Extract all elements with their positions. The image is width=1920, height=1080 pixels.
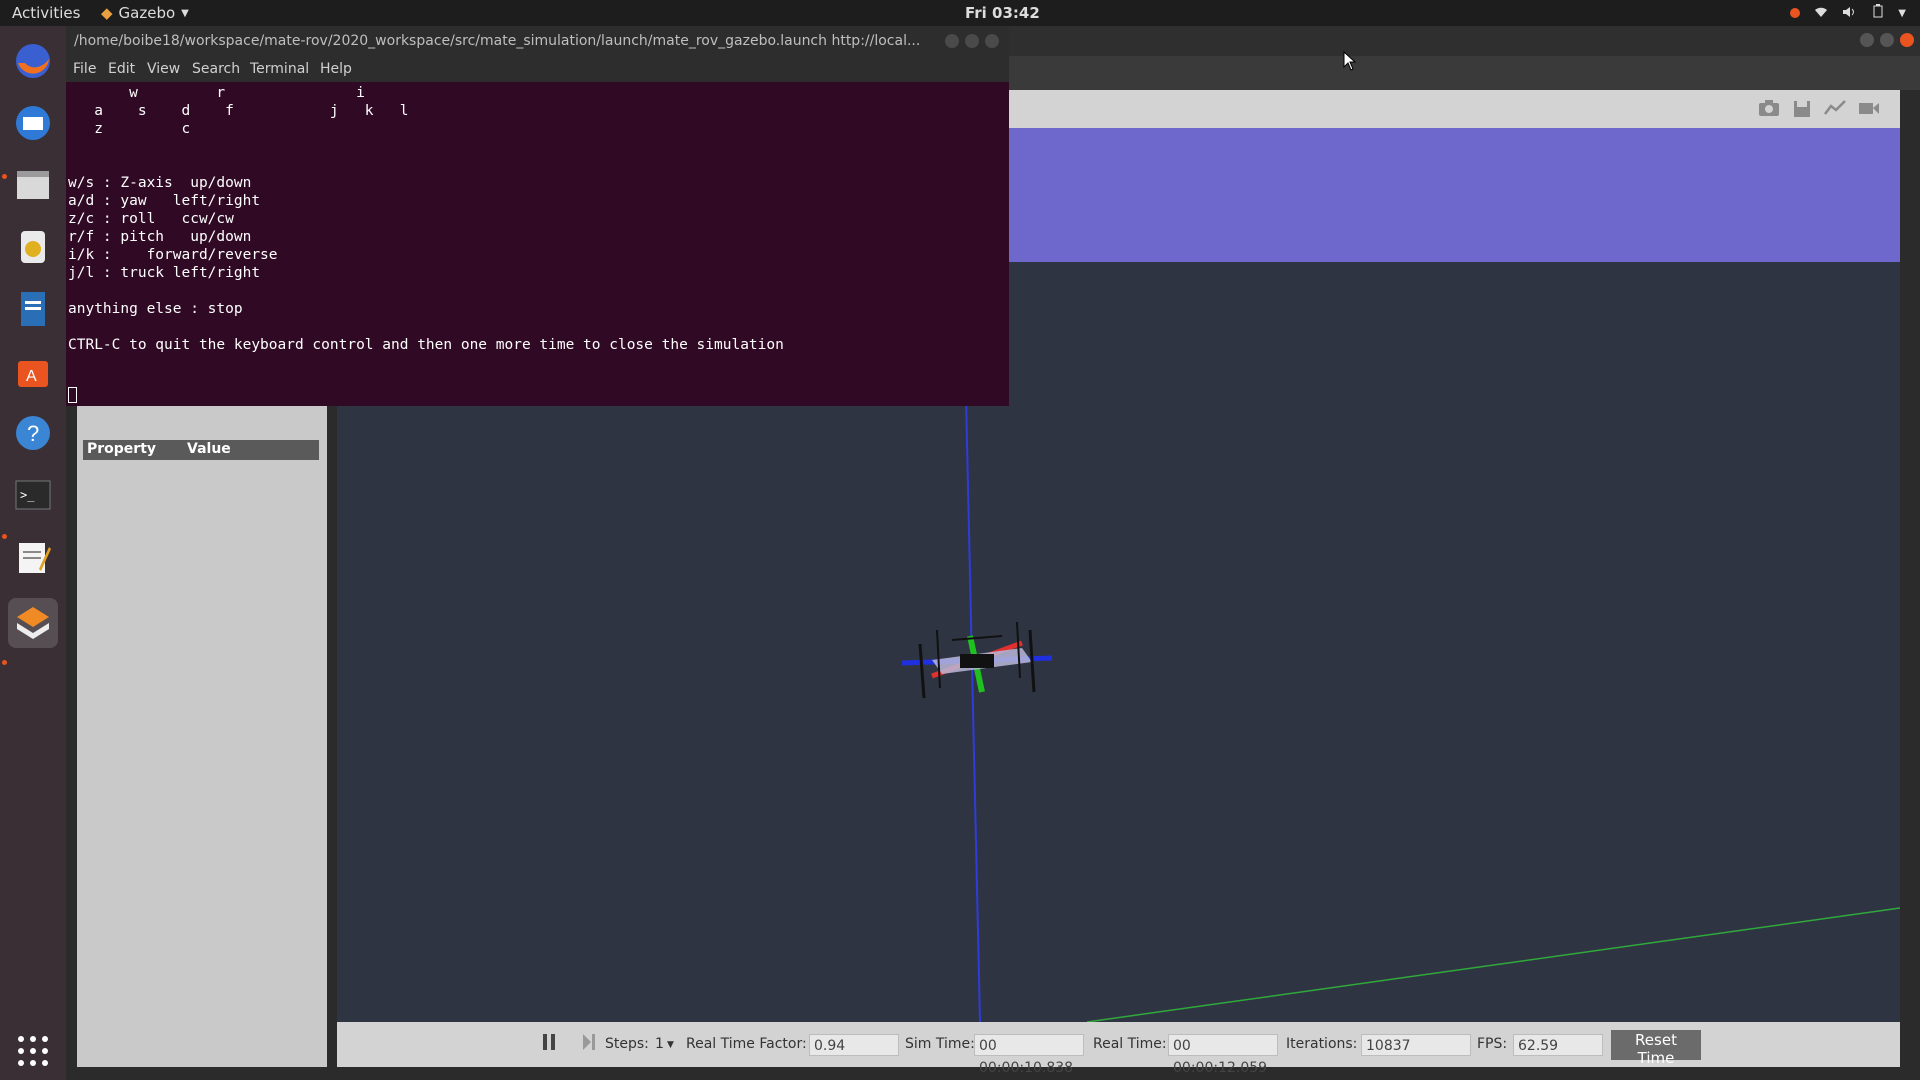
software-center-icon[interactable]: A <box>8 346 58 396</box>
pause-icon[interactable] <box>541 1033 557 1055</box>
step-icon[interactable] <box>581 1033 597 1055</box>
reset-time-button[interactable]: Reset Time <box>1611 1030 1701 1067</box>
thunderbird-icon[interactable] <box>8 98 58 148</box>
maximize-icon[interactable] <box>1880 33 1894 47</box>
terminal-text: w r i a s d f j k l z c w/s : Z-axis up/… <box>68 85 784 353</box>
system-tray[interactable]: ▼ <box>1790 4 1906 22</box>
activities-button[interactable]: Activities <box>12 4 80 22</box>
maximize-icon[interactable] <box>965 34 979 48</box>
volume-icon <box>1842 4 1858 22</box>
help-icon[interactable]: ? <box>8 408 58 458</box>
steps-label: Steps: <box>605 1036 649 1052</box>
minimize-icon[interactable] <box>945 34 959 48</box>
svg-text:?: ? <box>27 421 39 446</box>
real-time-value: 00 00:00:12.059 <box>1168 1034 1278 1076</box>
y-axis-line <box>1086 907 1900 1022</box>
rtf-value: 0.94 <box>809 1034 899 1056</box>
chevron-down-icon: ▼ <box>181 7 189 19</box>
close-icon[interactable] <box>985 34 999 48</box>
svg-text:>_: >_ <box>20 488 35 502</box>
files-icon[interactable] <box>8 160 58 210</box>
gazebo-icon[interactable] <box>8 598 58 648</box>
svg-text:A: A <box>26 368 37 385</box>
gazebo-window-controls <box>1860 33 1914 47</box>
gazebo-app-icon: ◆ <box>101 4 113 22</box>
terminal-title: /home/boibe18/workspace/mate-rov/2020_wo… <box>74 33 921 49</box>
property-column-header[interactable]: Property <box>87 441 156 457</box>
menu-search[interactable]: Search <box>192 61 240 77</box>
writer-icon[interactable] <box>8 284 58 334</box>
wifi-icon <box>1814 4 1828 22</box>
chevron-down-icon[interactable]: ▼ <box>667 1040 674 1050</box>
terminal-menubar: File Edit View Search Terminal Help <box>66 56 1009 82</box>
terminal-output[interactable]: w r i a s d f j k l z c w/s : Z-axis up/… <box>66 82 1009 406</box>
terminal-window-controls <box>945 34 999 48</box>
fps-value: 62.59 <box>1513 1034 1603 1056</box>
show-applications-icon[interactable] <box>8 1026 58 1076</box>
iterations-value: 10837 <box>1361 1034 1471 1056</box>
steps-value[interactable]: 1 <box>655 1036 664 1052</box>
dock: A ? >_ <box>0 26 66 1080</box>
sim-time-label: Sim Time: <box>905 1036 975 1052</box>
battery-icon <box>1872 4 1884 22</box>
fps-label: FPS: <box>1477 1036 1508 1052</box>
menu-edit[interactable]: Edit <box>108 61 135 77</box>
app-menu-label: Gazebo <box>118 4 176 22</box>
terminal-icon[interactable]: >_ <box>8 470 58 520</box>
app-menu[interactable]: ◆ Gazebo ▼ <box>101 4 189 22</box>
clock[interactable]: Fri 03:42 <box>965 4 1040 22</box>
screenshot-icon[interactable] <box>1758 99 1780 123</box>
log-data-icon[interactable] <box>1792 99 1812 123</box>
firefox-icon[interactable] <box>8 36 58 86</box>
menu-file[interactable]: File <box>73 61 96 77</box>
running-indicator <box>2 534 7 539</box>
running-indicator <box>2 174 7 179</box>
video-record-icon[interactable] <box>1858 99 1880 123</box>
iterations-label: Iterations: <box>1286 1036 1358 1052</box>
close-icon[interactable] <box>1900 33 1914 47</box>
menu-terminal[interactable]: Terminal <box>250 61 309 77</box>
terminal-cursor <box>68 387 77 403</box>
property-table-header: Property Value <box>83 440 319 460</box>
minimize-icon[interactable] <box>1860 33 1874 47</box>
sim-time-value: 00 00:00:10.838 <box>974 1034 1084 1076</box>
rtf-label: Real Time Factor: <box>686 1036 807 1052</box>
rov-model[interactable] <box>892 608 1062 718</box>
rhythmbox-icon[interactable] <box>8 222 58 272</box>
running-indicator <box>2 660 7 665</box>
menu-view[interactable]: View <box>147 61 180 77</box>
plot-icon[interactable] <box>1824 99 1846 123</box>
terminal-titlebar[interactable]: /home/boibe18/workspace/mate-rov/2020_wo… <box>66 26 1009 56</box>
value-column-header[interactable]: Value <box>187 441 231 457</box>
real-time-label: Real Time: <box>1093 1036 1167 1052</box>
mouse-pointer-icon <box>1343 51 1357 71</box>
menu-help[interactable]: Help <box>320 61 352 77</box>
bottom-toolbar: Steps: 1 ▼ Real Time Factor: 0.94 Sim Ti… <box>337 1022 1900 1076</box>
notification-dot-icon <box>1790 8 1801 18</box>
top-bar: Activities ◆ Gazebo ▼ Fri 03:42 ▼ <box>0 0 1920 26</box>
text-editor-icon[interactable] <box>8 532 58 582</box>
chevron-down-icon: ▼ <box>1898 7 1906 19</box>
